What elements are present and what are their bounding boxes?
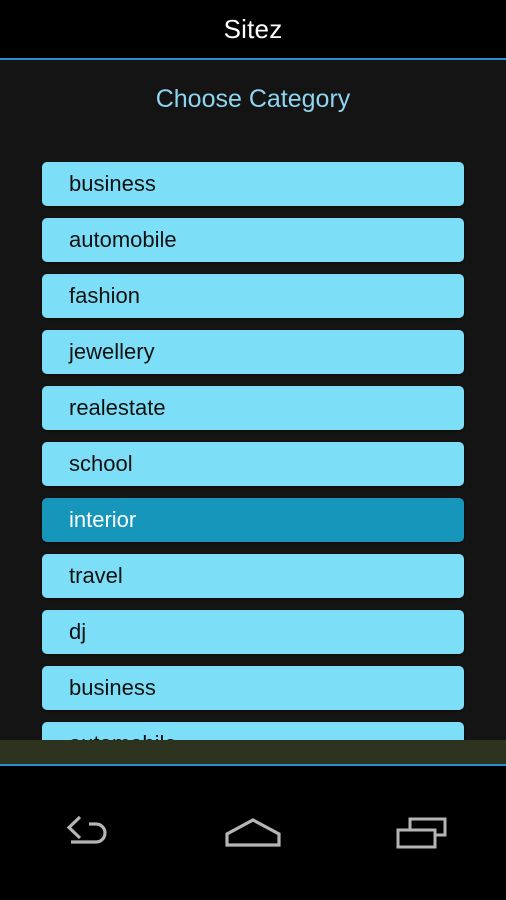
title-bar: Sitez bbox=[0, 0, 506, 58]
list-item[interactable]: jewellery bbox=[42, 330, 464, 374]
recents-icon bbox=[394, 814, 450, 852]
list-item-label: realestate bbox=[69, 395, 166, 420]
category-list[interactable]: business automobile fashion jewellery reales… bbox=[0, 162, 506, 766]
list-item[interactable]: fashion bbox=[42, 274, 464, 318]
back-icon bbox=[55, 814, 113, 852]
list-item[interactable]: business bbox=[42, 162, 464, 206]
content-area: Choose Category business automobile fashio… bbox=[0, 60, 506, 766]
system-navigation-bar bbox=[0, 766, 506, 900]
nav-back-button[interactable] bbox=[29, 766, 139, 900]
list-item-label: dj bbox=[69, 619, 87, 644]
list-item[interactable]: automobile bbox=[42, 722, 464, 766]
app-title: Sitez bbox=[223, 14, 283, 44]
list-item-label: fashion bbox=[69, 283, 140, 308]
list-item[interactable]: automobile bbox=[42, 218, 464, 262]
list-item[interactable]: business bbox=[42, 666, 464, 710]
list-item-label: business bbox=[69, 675, 156, 700]
list-item-label: interior bbox=[69, 507, 137, 532]
list-item-label: travel bbox=[69, 563, 123, 588]
list-item-label: automobile bbox=[69, 731, 177, 756]
page-title: Choose Category bbox=[155, 85, 351, 113]
list-item-label: jewellery bbox=[69, 339, 155, 364]
list-item[interactable]: dj bbox=[42, 610, 464, 654]
phone-screen: Sitez Choose Category business automobile… bbox=[0, 0, 506, 900]
nav-home-button[interactable] bbox=[198, 766, 308, 900]
list-item[interactable]: realestate bbox=[42, 386, 464, 430]
list-item[interactable]: school bbox=[42, 442, 464, 486]
list-item-label: business bbox=[69, 171, 156, 196]
nav-recents-button[interactable] bbox=[367, 766, 477, 900]
list-item-label: automobile bbox=[69, 227, 177, 252]
list-item[interactable]: travel bbox=[42, 554, 464, 598]
home-icon bbox=[222, 814, 284, 852]
list-item[interactable]: interior bbox=[42, 498, 464, 542]
list-item-label: school bbox=[69, 451, 133, 476]
